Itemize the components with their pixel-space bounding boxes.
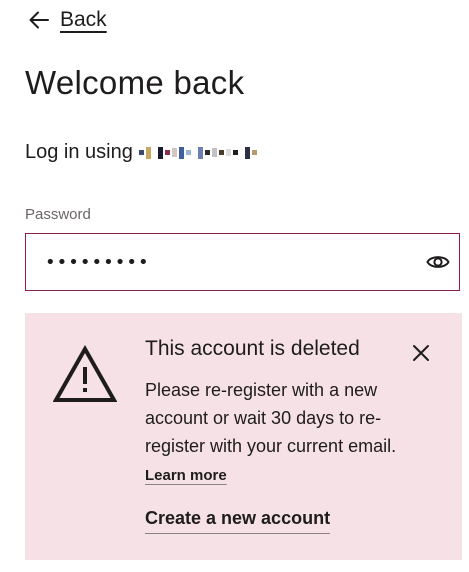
password-input[interactable]: [45, 251, 423, 273]
back-label[interactable]: Back: [60, 8, 107, 32]
warning-triangle-icon: [52, 344, 118, 408]
alert-message-block: Please re-register with a new account or…: [145, 376, 415, 490]
page-title: Welcome back: [25, 64, 245, 101]
alert-message: Please re-register with a new account or…: [145, 380, 397, 456]
login-prefix: Log in using: [25, 141, 133, 163]
login-method: Log in using: [25, 141, 257, 164]
create-new-account-link[interactable]: Create a new account: [145, 508, 331, 534]
learn-more-link[interactable]: Learn more: [145, 467, 227, 484]
password-field[interactable]: [25, 233, 460, 291]
masked-email-image: [138, 142, 257, 164]
arrow-left-icon: [28, 10, 50, 30]
eye-icon[interactable]: [423, 247, 453, 277]
alert-title: This account is deleted: [145, 337, 360, 360]
back-link[interactable]: Back: [28, 8, 107, 32]
close-icon[interactable]: [411, 343, 431, 363]
account-deleted-alert: This account is deleted Please re-regist…: [25, 313, 462, 560]
password-label: Password: [25, 206, 91, 223]
